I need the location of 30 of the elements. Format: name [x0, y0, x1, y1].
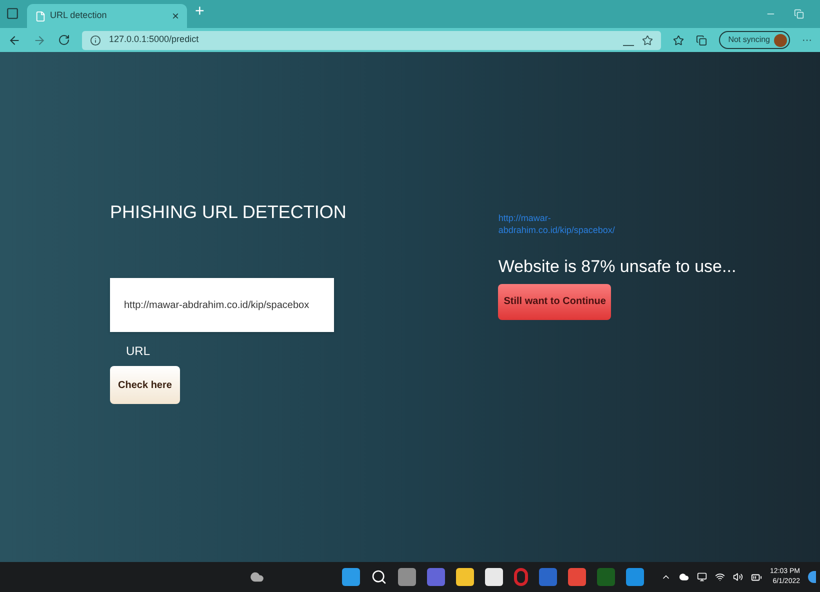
back-icon[interactable] [8, 34, 21, 46]
weather-icon[interactable] [250, 570, 264, 584]
cloud-icon[interactable] [679, 572, 690, 582]
address-bar[interactable]: 127.0.0.1:5000/predict [82, 30, 662, 50]
monitor-icon[interactable] [697, 572, 708, 582]
speaker-icon[interactable] [733, 572, 744, 582]
check-button[interactable]: Check here [110, 366, 180, 404]
tab-title: URL detection [50, 9, 108, 22]
url-field[interactable]: http://mawar-abdrahim.co.id/kip/spacebox [110, 278, 334, 332]
search-icon[interactable] [371, 569, 387, 585]
avatar-icon [774, 34, 787, 46]
profile-button[interactable]: Not syncing [719, 31, 790, 49]
url-label: URL [126, 343, 150, 360]
favorites-icon[interactable] [673, 34, 684, 46]
page-title: PHISHING URL DETECTION [110, 201, 346, 224]
wifi-icon[interactable] [715, 572, 726, 582]
continue-button[interactable]: Still want to Continue [498, 284, 612, 320]
battery-icon[interactable] [751, 572, 762, 582]
close-tab-button[interactable]: × [172, 7, 179, 25]
refresh-icon[interactable] [58, 34, 70, 46]
address-text: 127.0.0.1:5000/predict [109, 33, 200, 46]
page-icon [35, 10, 46, 22]
more-button[interactable]: ··· [802, 32, 812, 48]
favorite-icon[interactable] [642, 34, 654, 46]
info-icon [90, 34, 101, 46]
browser-tab[interactable]: URL detection × [27, 4, 187, 28]
workspaces-icon[interactable] [6, 7, 19, 20]
collections-icon[interactable] [696, 34, 708, 46]
result-message: Website is 87% unsafe to use... [498, 256, 736, 278]
ring-icon[interactable] [514, 568, 528, 586]
